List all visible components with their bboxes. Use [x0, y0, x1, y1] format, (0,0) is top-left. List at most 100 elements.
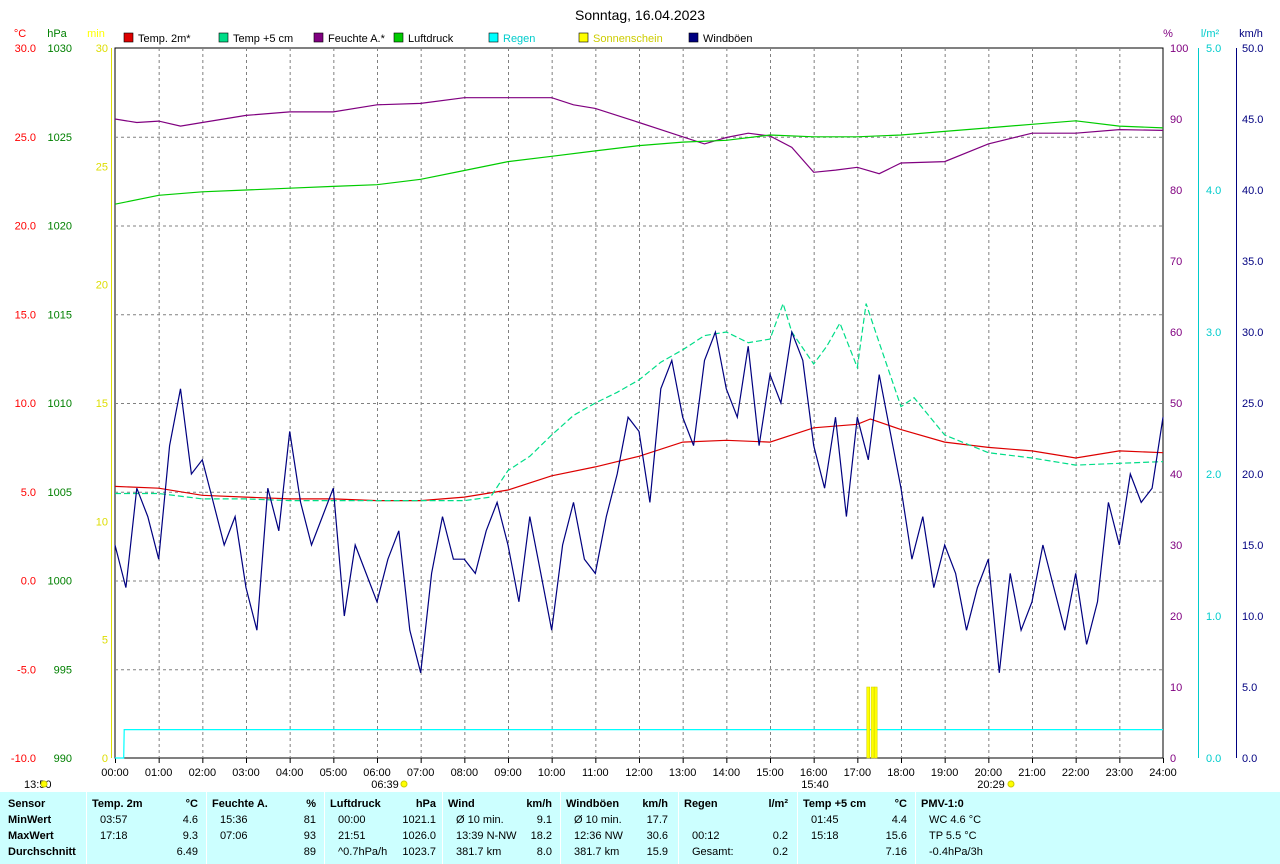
- humidity-tick-label: 50: [1170, 398, 1182, 410]
- legend-label: Windböen: [703, 33, 753, 45]
- humidity-tick-label: 70: [1170, 256, 1182, 268]
- stats-cell-label: Ø 10 min.: [574, 814, 622, 826]
- stats-cell-label: ^0.7hPa/h: [338, 846, 388, 858]
- humidity-tick-label: 90: [1170, 114, 1182, 126]
- stats-cell-label: WC 4.6 °C: [929, 814, 982, 826]
- pressure-tick-label: 1030: [48, 43, 72, 55]
- x-tick-label: 09:00: [494, 767, 522, 779]
- pressure-tick-label: 1020: [48, 221, 72, 233]
- temp-tick-label: -5.0: [17, 664, 36, 676]
- legend-swatch: [578, 32, 589, 43]
- stats-cell-label: TP 5.5 °C: [929, 830, 977, 842]
- stats-cell-label: 15:36: [220, 814, 248, 826]
- x-tick-label: 05:00: [320, 767, 348, 779]
- stats-cell-label: 15:18: [811, 830, 839, 842]
- sensor-label: Sensor: [8, 798, 46, 810]
- x-tick-label: 18:00: [887, 767, 915, 779]
- rain-tick-label: 1.0: [1206, 611, 1221, 623]
- stats-divider: [915, 792, 916, 864]
- stats-column-title: Windböen: [566, 798, 620, 810]
- wind-tick-label: 30.0: [1242, 327, 1263, 339]
- sunshine-tick-label: 10: [96, 516, 108, 528]
- temp-tick-label: 30.0: [15, 43, 36, 55]
- stats-cell-value: 9.3: [182, 830, 198, 842]
- stats-divider: [324, 792, 325, 864]
- x-tick-label: 10:00: [538, 767, 566, 779]
- humidity-tick-label: 30: [1170, 540, 1182, 552]
- stats-column-title: Temp. 2m: [92, 798, 143, 810]
- legend-swatch: [313, 32, 324, 43]
- stats-cell-value: 89: [303, 846, 316, 858]
- sunrise-time-marker: 06:39: [371, 779, 399, 791]
- x-tick-label: 19:00: [931, 767, 959, 779]
- sunshine-tick-label: 15: [96, 398, 108, 410]
- weather-chart: Sonntag, 16.04.2023 °C hPa min -10.0 990 -5.0 9…: [11, 7, 1264, 791]
- pressure-tick-label: 1015: [48, 309, 72, 321]
- x-tick-label: 00:00: [101, 767, 129, 779]
- stats-cell-value: 4.4: [891, 814, 907, 826]
- stats-column-unit: km/h: [526, 798, 552, 810]
- legend-label: Feuchte A.*: [328, 33, 386, 45]
- stats-column: Temp. 2m °C 03:57 4.6 17:18 9.3 6.49: [92, 796, 202, 864]
- humidity-tick-label: 10: [1170, 682, 1182, 694]
- x-tick-label: 02:00: [189, 767, 217, 779]
- wind-axis-unit: km/h: [1239, 28, 1263, 40]
- x-tick-label: 06:00: [363, 767, 391, 779]
- stats-cell-value: 0.2: [772, 830, 788, 842]
- sunset-time-marker: 20:29: [977, 779, 1005, 791]
- stats-cell-value: 6.49: [176, 846, 198, 858]
- temp-tick-label: 10.0: [15, 398, 36, 410]
- stats-cell-label: 21:51: [338, 830, 366, 842]
- stats-cell-label: 13:39 N-NW: [456, 830, 517, 842]
- stats-cell-value: 93: [303, 830, 316, 842]
- sunshine-tick-label: 30: [96, 43, 108, 55]
- stats-cell-value: 7.16: [885, 846, 907, 858]
- stats-cell-label: -0.4hPa/3h: [929, 846, 983, 858]
- sunshine-bar: [866, 686, 870, 759]
- sunshine-tick-label: 25: [96, 161, 108, 173]
- stats-cell-value: 17.7: [646, 814, 668, 826]
- sunshine-bar: [873, 686, 878, 759]
- stats-cell-value: 30.6: [646, 830, 668, 842]
- rain-axis-unit: l/m²: [1201, 28, 1220, 40]
- rain-tick-label: 5.0: [1206, 43, 1221, 55]
- x-tick-label: 17:00: [844, 767, 872, 779]
- stats-cell-label: 12:36 NW: [574, 830, 623, 842]
- x-tick-label: 13:00: [669, 767, 697, 779]
- stats-column-title: Temp +5 cm: [803, 798, 867, 810]
- max-time-marker: 15:40: [801, 779, 829, 791]
- humidity-axis-unit: %: [1163, 28, 1173, 40]
- stats-column-title: Luftdruck: [330, 798, 381, 810]
- stats-column-title: Regen: [684, 798, 718, 810]
- x-tick-label: 15:00: [756, 767, 784, 779]
- temp-tick-label: 15.0: [15, 309, 36, 321]
- stats-panel: Sensor MinWert MaxWert Durchschnitt Temp…: [0, 792, 1280, 864]
- rain-tick-label: 4.0: [1206, 185, 1221, 197]
- stats-cell-value: 4.6: [182, 814, 198, 826]
- legend-swatch: [393, 32, 404, 43]
- x-tick-label: 08:00: [451, 767, 479, 779]
- wind-tick-label: 15.0: [1242, 540, 1263, 552]
- temp-tick-label: 0.0: [21, 576, 36, 588]
- sunrise-icon: [40, 780, 48, 788]
- stats-column-unit: °C: [894, 798, 907, 810]
- legend-label: Temp +5 cm: [233, 33, 293, 45]
- stats-cell-label: 00:00: [338, 814, 366, 826]
- rain-tick-label: 2.0: [1206, 469, 1221, 481]
- temp-tick-label: 5.0: [21, 487, 36, 499]
- humidity-tick-label: 100: [1170, 43, 1188, 55]
- sunset-icon: [1007, 780, 1015, 788]
- stats-cell-label: Gesamt:: [692, 846, 734, 858]
- x-tick-label: 03:00: [232, 767, 260, 779]
- row-label-max: MaxWert: [8, 830, 54, 842]
- stats-cell-label: 01:45: [811, 814, 839, 826]
- pressure-tick-label: 990: [54, 753, 72, 765]
- legend-label: Temp. 2m*: [138, 33, 191, 45]
- stats-cell-label: 17:18: [100, 830, 128, 842]
- sunshine-axis-unit: min: [87, 28, 105, 40]
- legend-swatch: [218, 32, 229, 43]
- wind-tick-label: 25.0: [1242, 398, 1263, 410]
- x-tick-label: 21:00: [1018, 767, 1046, 779]
- stats-column-title: PMV-1:0: [921, 798, 964, 810]
- stats-column-unit: l/m²: [768, 798, 788, 810]
